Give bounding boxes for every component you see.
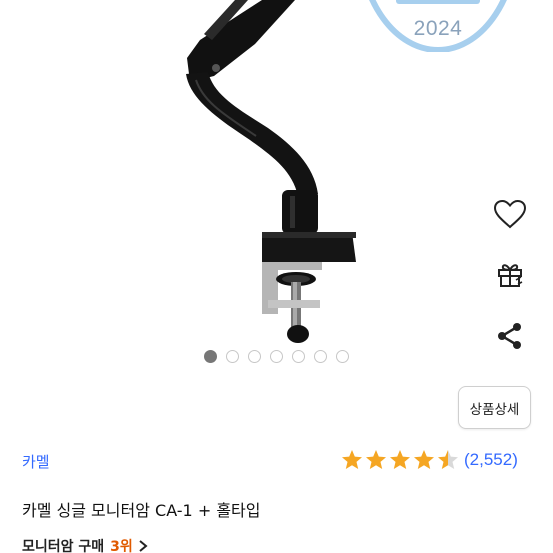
gallery-dot[interactable] bbox=[314, 350, 327, 363]
product-detail-button[interactable]: 상품상세 bbox=[458, 386, 531, 429]
chevron-right-icon bbox=[139, 540, 148, 552]
award-badge: 2024 bbox=[356, 0, 520, 54]
gallery-dot[interactable] bbox=[336, 350, 349, 363]
wishlist-button[interactable] bbox=[488, 192, 532, 236]
gallery-dot[interactable] bbox=[226, 350, 239, 363]
product-image bbox=[186, 0, 356, 343]
heart-icon bbox=[493, 199, 527, 229]
brand-link[interactable]: 카멜 bbox=[22, 451, 50, 472]
gallery-pagination bbox=[204, 350, 349, 363]
gallery-dot[interactable] bbox=[248, 350, 261, 363]
rating-stars bbox=[341, 449, 458, 471]
gift-button[interactable] bbox=[488, 252, 532, 296]
share-icon bbox=[498, 323, 521, 349]
badge-year: 2024 bbox=[413, 17, 463, 40]
product-title: 카멜 싱글 모니터암 CA-1 + 홀타입 bbox=[22, 501, 261, 520]
gift-icon bbox=[498, 264, 523, 287]
star-rating-icon bbox=[342, 450, 458, 469]
rank-category: 모니터암 구매 bbox=[22, 539, 105, 553]
review-count[interactable]: (2,552) bbox=[464, 450, 518, 470]
gallery-dot[interactable] bbox=[292, 350, 305, 363]
rank-value: 3위 bbox=[110, 539, 133, 553]
category-rank[interactable]: 모니터암 구매 3위 bbox=[22, 536, 148, 553]
product-image-area[interactable]: 2024 bbox=[0, 0, 553, 370]
rating-summary[interactable]: (2,552) bbox=[341, 449, 518, 471]
gallery-dot[interactable] bbox=[204, 350, 217, 363]
gallery-dot[interactable] bbox=[270, 350, 283, 363]
share-button[interactable] bbox=[488, 314, 532, 358]
